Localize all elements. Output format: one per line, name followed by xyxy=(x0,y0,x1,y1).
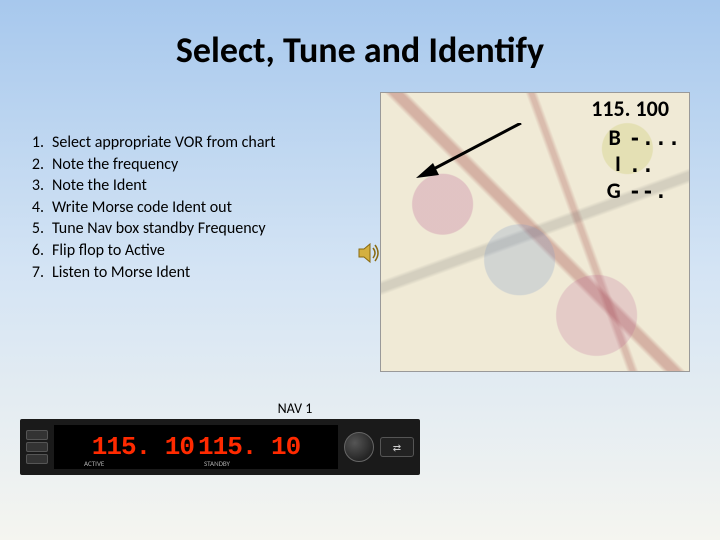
content-row: 1.Select appropriate VOR from chart 2.No… xyxy=(0,92,720,372)
list-item: 6.Flip flop to Active xyxy=(28,240,380,262)
nav-left-buttons xyxy=(26,430,48,464)
list-item: 1.Select appropriate VOR from chart xyxy=(28,132,380,154)
nav-small-button[interactable] xyxy=(26,454,48,464)
nav-small-button[interactable] xyxy=(26,430,48,440)
list-item: 4.Write Morse code Ident out xyxy=(28,197,380,219)
morse-row: I .. xyxy=(603,151,681,177)
list-item: 5.Tune Nav box standby Frequency xyxy=(28,218,380,240)
standby-frequency: 115. 10 xyxy=(198,432,300,462)
morse-row: B -... xyxy=(603,125,681,151)
steps-list: 1.Select appropriate VOR from chart 2.No… xyxy=(28,132,380,283)
morse-row: G --. xyxy=(603,178,681,204)
frequency-display: 115. 10 115. 10 ACTIVE STANDBY xyxy=(54,425,338,469)
list-item: 3.Note the Ident xyxy=(28,175,380,197)
chart-frequency: 115. 100 xyxy=(591,95,669,122)
steps-column: 1.Select appropriate VOR from chart 2.No… xyxy=(20,92,380,372)
speaker-icon[interactable] xyxy=(356,240,382,266)
nav-small-button[interactable] xyxy=(26,442,48,452)
nav-radio-label: NAV 1 xyxy=(20,400,420,417)
pointer-arrow-icon xyxy=(411,123,531,183)
aeronautical-chart: 115. 100 B -... I .. G --. xyxy=(380,92,690,372)
nav-radio-panel: 115. 10 115. 10 ACTIVE STANDBY ⇄ xyxy=(20,419,420,475)
slide-title: Select, Tune and Identify xyxy=(0,0,720,92)
tuning-knob[interactable] xyxy=(344,432,374,462)
nav-radio: NAV 1 115. 10 115. 10 ACTIVE STANDBY ⇄ xyxy=(20,400,420,475)
chart-column: 115. 100 B -... I .. G --. xyxy=(380,92,700,372)
standby-label: STANDBY xyxy=(204,459,230,468)
active-frequency: 115. 10 xyxy=(92,432,194,462)
list-item: 2.Note the frequency xyxy=(28,154,380,176)
flip-flop-button[interactable]: ⇄ xyxy=(380,437,414,457)
morse-ident: B -... I .. G --. xyxy=(603,125,681,204)
list-item: 7.Listen to Morse Ident xyxy=(28,262,380,284)
active-label: ACTIVE xyxy=(84,459,104,468)
